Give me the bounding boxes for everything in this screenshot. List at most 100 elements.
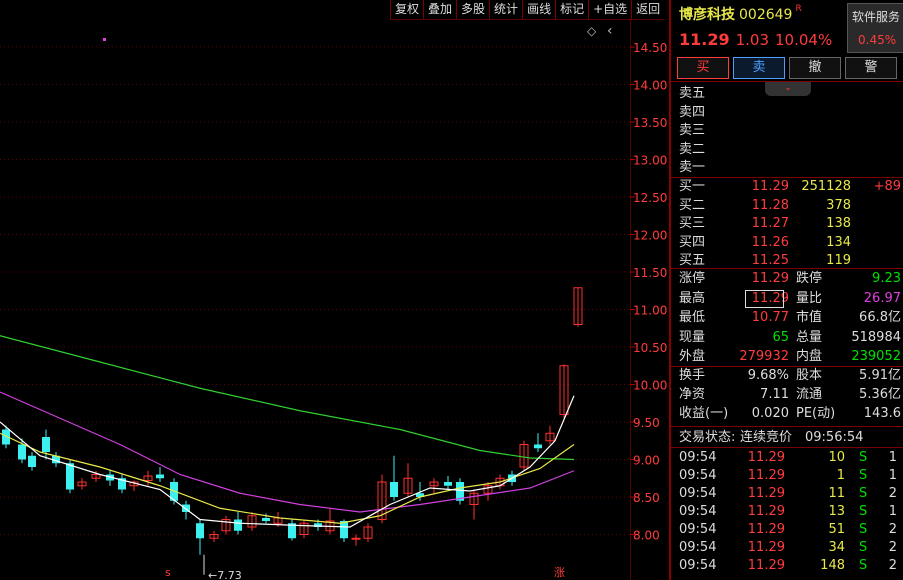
- tick-time: 09:54: [679, 468, 717, 483]
- stat-value: 239052: [851, 349, 901, 364]
- margin-tag: R: [795, 4, 802, 14]
- bid-price: 11.26: [751, 234, 789, 250]
- stat-label: 量比: [796, 290, 823, 306]
- tick-price: 11.29: [747, 540, 785, 555]
- buy-button[interactable]: 买: [677, 57, 729, 79]
- stat-label: 市值: [796, 310, 823, 325]
- alert-button[interactable]: 警: [845, 57, 897, 79]
- stat-label: 流通: [796, 387, 823, 402]
- tick-count: 2: [888, 486, 897, 501]
- ma-line-white: [0, 395, 575, 528]
- stat-value: 65: [772, 329, 789, 345]
- tick-count: 1: [888, 450, 897, 465]
- ask-row: 卖三: [679, 122, 901, 140]
- quote-panel: 博彦科技 002649 R 软件服务 0.45% 11.29 1.03 10.04% 买…: [671, 0, 903, 580]
- stat-value: 10.77: [751, 310, 789, 325]
- price-label: 14.50: [633, 41, 667, 55]
- tick-row: 09:54 11.29 34 S 2: [679, 539, 901, 557]
- price-label: 9.50: [633, 416, 660, 430]
- stat-label: 最低: [679, 310, 706, 325]
- stat-value: 9.68%: [747, 368, 789, 383]
- toolbar-item-4[interactable]: 画线: [522, 0, 555, 19]
- ask-row: 卖五: [679, 85, 901, 103]
- toolbar-item-6[interactable]: +自选: [588, 0, 631, 19]
- candle-body: [18, 444, 26, 460]
- stat-value: 7.11: [760, 387, 789, 402]
- diamond-icon: ◇: [587, 24, 597, 38]
- bid-row: 买三 11.27 138: [679, 215, 901, 233]
- stat-value: 66.8亿: [859, 310, 901, 325]
- stat-label: 涨停: [679, 271, 706, 286]
- bid-label: 买三: [679, 216, 706, 231]
- tick-time: 09:54: [679, 558, 717, 573]
- bid-volume: 138: [826, 216, 851, 231]
- sector-box[interactable]: 软件服务 0.45%: [847, 3, 903, 53]
- tick-count: 2: [888, 558, 897, 573]
- divider: [671, 447, 903, 448]
- bid-price: 11.28: [751, 197, 789, 213]
- stat-row: 收益(一) 0.020 PE(动) 143.6: [679, 405, 901, 423]
- ask-label: 卖一: [679, 160, 706, 175]
- stat-label: 总量: [796, 329, 823, 345]
- stat-row: 最低 10.77 市值 66.8亿: [679, 309, 901, 327]
- price-label: 11.00: [633, 304, 667, 318]
- ask-label: 卖二: [679, 141, 706, 157]
- tick-volume: 1: [836, 468, 845, 483]
- toolbar-item-0[interactable]: 复权: [390, 0, 423, 19]
- cancel-button[interactable]: 撤: [789, 57, 841, 79]
- price-label: 8.50: [633, 491, 660, 505]
- tick-count: 2: [888, 540, 897, 555]
- tick-price: 11.29: [747, 558, 785, 573]
- bid-change: +89: [873, 179, 901, 194]
- price-label: 12.50: [633, 191, 667, 205]
- bid-label: 买一: [679, 179, 706, 194]
- toolbar-item-1[interactable]: 叠加: [423, 0, 456, 19]
- stat-value: 5.91亿: [859, 368, 901, 383]
- tick-row: 09:54 11.29 51 S 2: [679, 521, 901, 539]
- stat-row: 净资 7.11 流通 5.36亿: [679, 386, 901, 404]
- bid-label: 买二: [679, 197, 706, 213]
- low-annotation: ←7.73: [208, 569, 242, 580]
- trade-status-row: 交易状态: 连续竞价 09:56:54: [679, 429, 901, 447]
- tick-time: 09:54: [679, 522, 717, 537]
- candle-body: [444, 482, 452, 486]
- high-highlight-box: [745, 290, 784, 308]
- tick-side: S: [859, 558, 868, 573]
- toolbar-item-7[interactable]: 返回: [631, 0, 664, 19]
- bid-volume: 378: [826, 197, 851, 213]
- tick-side: S: [859, 504, 868, 519]
- stat-label: 外盘: [679, 349, 706, 364]
- price-label: 9.00: [633, 454, 660, 468]
- tick-side: S: [859, 468, 868, 483]
- tick-row: 09:54 11.29 10 S 1: [679, 449, 901, 467]
- stat-value: 11.29: [751, 271, 789, 286]
- stat-value: 143.6: [863, 406, 901, 421]
- price-axis: 14.50 14.00 13.50 13.00 12.50 12.00 11.50 11.00…: [630, 19, 667, 580]
- stat-value: 0.020: [751, 406, 789, 421]
- stat-label: 现量: [679, 329, 706, 345]
- trade-status-value: 连续竞价: [740, 430, 793, 445]
- tick-time: 09:54: [679, 450, 717, 465]
- bid-row: 买二 11.28 378: [679, 197, 901, 215]
- toolbar-item-2[interactable]: 多股: [456, 0, 489, 19]
- chart-toolbar: 复权 叠加 多股 统计 画线 标记 +自选 返回: [390, 0, 665, 20]
- trade-status-label: 交易状态:: [679, 430, 736, 445]
- tick-price: 11.29: [747, 486, 785, 501]
- sell-button[interactable]: 卖: [733, 57, 785, 79]
- tick-price: 11.29: [747, 522, 785, 537]
- bid-price: 11.27: [751, 216, 789, 231]
- tick-time: 09:54: [679, 504, 717, 519]
- toolbar-item-5[interactable]: 标记: [555, 0, 588, 19]
- tick-count: 2: [888, 522, 897, 537]
- stat-label: 最高: [679, 290, 706, 306]
- stock-title: 博彦科技 002649 R: [679, 4, 802, 24]
- tick-count: 1: [888, 468, 897, 483]
- toolbar-item-3[interactable]: 统计: [489, 0, 522, 19]
- ma-line-green: [0, 335, 575, 461]
- tick-count: 1: [888, 504, 897, 519]
- stat-value: 279932: [739, 349, 789, 364]
- stat-value: 518984: [851, 329, 901, 345]
- candlestick-chart[interactable]: ◇ ‹ ←7.73 涨 s: [0, 19, 630, 580]
- ask-row: 卖二: [679, 141, 901, 159]
- ask-row: 卖一: [679, 159, 901, 177]
